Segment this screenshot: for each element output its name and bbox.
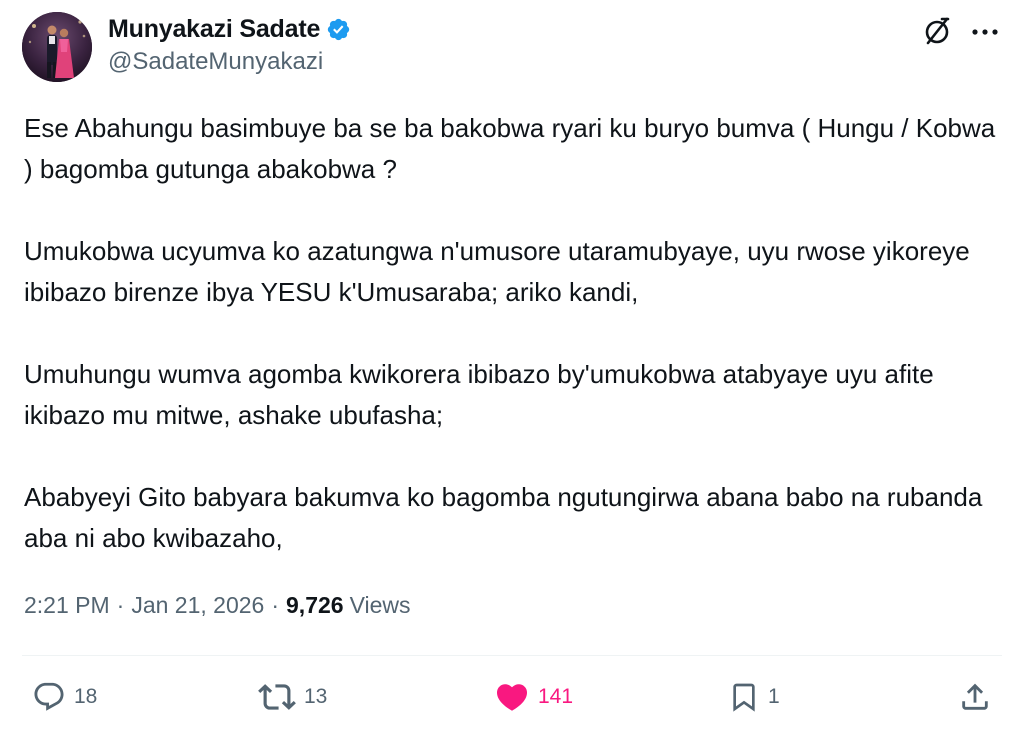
tweet-date[interactable]: Jan 21, 2026 [131,592,264,619]
bookmark-button[interactable]: 1 [728,672,780,722]
avatar[interactable] [22,12,92,82]
tweet-paragraph: Umuhungu wumva agomba kwikorera ibibazo … [24,359,934,430]
verified-badge-icon [326,17,351,42]
meta-separator: · [116,592,125,618]
heart-icon [496,684,528,711]
author-handle[interactable]: @SadateMunyakazi [108,48,323,76]
tweet-text: Ese Abahungu basimbuye ba se ba bakobwa … [24,108,1004,600]
author-name-row: Munyakazi Sadate [108,12,351,46]
tweet-card: Munyakazi Sadate @SadateMunyakazi Ese Ab… [0,0,1024,731]
more-icon[interactable] [968,22,1002,42]
repost-count: 13 [304,685,328,708]
tweet-paragraph: Umukobwa ucyumva ko azatungwa n'umusore … [24,236,970,307]
divider [22,655,1002,656]
like-button[interactable]: 141 [494,672,573,722]
reply-button[interactable]: 18 [32,672,97,722]
action-bar: 18 13 141 1 [22,672,1002,722]
share-icon [962,683,988,710]
reply-icon [34,682,64,711]
views-count: 9,726 [286,592,344,618]
repost-button[interactable]: 13 [258,672,327,722]
reply-count: 18 [74,685,98,708]
share-button[interactable] [958,672,992,722]
tweet-paragraph: Ababyeyi Gito babyara bakumva ko bagomba… [24,482,983,553]
tweet-paragraph: Ese Abahungu basimbuye ba se ba bakobwa … [24,113,996,184]
grok-icon[interactable] [920,14,954,48]
tweet-meta: 2:21 PM · Jan 21, 2026 · 9,726 Views [24,592,411,619]
views-label: Views [349,592,411,618]
tweet-time[interactable]: 2:21 PM [24,592,110,619]
bookmark-count: 1 [768,685,780,708]
like-count: 141 [538,685,574,708]
author-name[interactable]: Munyakazi Sadate [108,15,320,44]
repost-icon [258,684,296,710]
avatar-photo [22,12,92,82]
meta-separator: · [271,592,280,618]
bookmark-icon [733,683,755,712]
